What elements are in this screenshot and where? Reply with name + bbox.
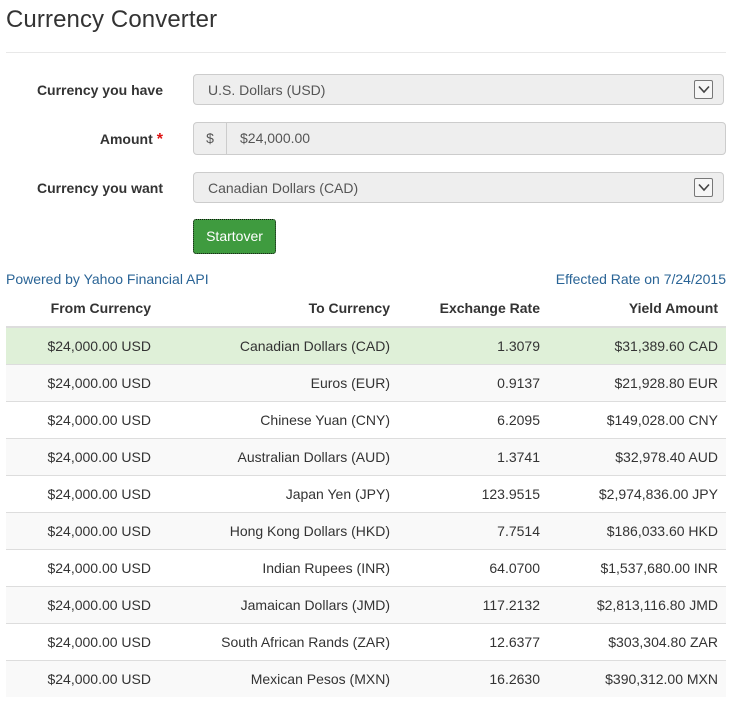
cell-yield: $390,312.00 MXN (548, 660, 726, 697)
cell-to: Mexican Pesos (MXN) (159, 660, 398, 697)
table-row: $24,000.00 USD Jamaican Dollars (JMD) 11… (6, 586, 726, 624)
amount-label-text: Amount (99, 131, 153, 147)
cell-from: $24,000.00 USD (6, 660, 159, 697)
chevron-down-icon[interactable] (694, 178, 713, 197)
table-row: $24,000.00 USD Chinese Yuan (CNY) 6.2095… (6, 401, 726, 439)
cell-from: $24,000.00 USD (6, 401, 159, 439)
table-row: $24,000.00 USD Canadian Dollars (CAD) 1.… (6, 326, 726, 365)
header-from-currency: From Currency (6, 289, 159, 328)
effective-rate-link[interactable]: Effected Rate on 7/24/2015 (556, 271, 726, 287)
amount-currency-prefix: $ (193, 122, 227, 155)
cell-yield: $21,928.80 EUR (548, 364, 726, 402)
cell-from: $24,000.00 USD (6, 475, 159, 513)
cell-from: $24,000.00 USD (6, 623, 159, 661)
amount-input[interactable]: $24,000.00 (226, 122, 726, 155)
cell-yield: $2,974,836.00 JPY (548, 475, 726, 513)
cell-from: $24,000.00 USD (6, 438, 159, 476)
table-row: $24,000.00 USD South African Rands (ZAR)… (6, 623, 726, 661)
cell-yield: $186,033.60 HKD (548, 512, 726, 550)
conversion-table: From Currency To Currency Exchange Rate … (6, 289, 726, 697)
cell-yield: $32,978.40 AUD (548, 438, 726, 476)
table-row: $24,000.00 USD Indian Rupees (INR) 64.07… (6, 549, 726, 587)
have-currency-label: Currency you have (36, 82, 163, 98)
cell-rate: 117.2132 (398, 586, 548, 624)
want-currency-value: Canadian Dollars (CAD) (208, 180, 359, 196)
cell-from: $24,000.00 USD (6, 549, 159, 587)
cell-from: $24,000.00 USD (6, 586, 159, 624)
cell-rate: 1.3079 (398, 326, 548, 365)
cell-to: Australian Dollars (AUD) (159, 438, 398, 476)
table-row: $24,000.00 USD Australian Dollars (AUD) … (6, 438, 726, 476)
cell-rate: 16.2630 (398, 660, 548, 697)
cell-to: Japan Yen (JPY) (159, 475, 398, 513)
table-row: $24,000.00 USD Hong Kong Dollars (HKD) 7… (6, 512, 726, 550)
cell-to: Indian Rupees (INR) (159, 549, 398, 587)
cell-from: $24,000.00 USD (6, 364, 159, 402)
amount-label: Amount * (100, 131, 163, 149)
powered-by-link[interactable]: Powered by Yahoo Financial API (6, 271, 209, 287)
startover-button[interactable]: Startover (193, 219, 276, 254)
cell-to: Hong Kong Dollars (HKD) (159, 512, 398, 550)
header-yield-amount: Yield Amount (548, 289, 726, 328)
cell-yield: $2,813,116.80 JMD (548, 586, 726, 624)
want-currency-label: Currency you want (36, 180, 163, 196)
table-row: $24,000.00 USD Japan Yen (JPY) 123.9515 … (6, 475, 726, 513)
cell-to: Canadian Dollars (CAD) (159, 326, 398, 365)
page-title: Currency Converter (6, 6, 218, 33)
have-currency-select[interactable]: U.S. Dollars (USD) (193, 74, 724, 105)
cell-yield: $31,389.60 CAD (548, 326, 726, 365)
cell-to: Jamaican Dollars (JMD) (159, 586, 398, 624)
title-divider (6, 52, 726, 53)
cell-to: Euros (EUR) (159, 364, 398, 402)
have-currency-value: U.S. Dollars (USD) (208, 82, 326, 98)
cell-rate: 6.2095 (398, 401, 548, 439)
cell-rate: 0.9137 (398, 364, 548, 402)
cell-rate: 12.6377 (398, 623, 548, 661)
table-header-row: From Currency To Currency Exchange Rate … (6, 289, 726, 328)
cell-rate: 123.9515 (398, 475, 548, 513)
cell-to: South African Rands (ZAR) (159, 623, 398, 661)
cell-rate: 7.7514 (398, 512, 548, 550)
chevron-down-icon[interactable] (694, 80, 713, 99)
cell-rate: 1.3741 (398, 438, 548, 476)
cell-from: $24,000.00 USD (6, 326, 159, 365)
required-marker: * (156, 131, 163, 148)
cell-from: $24,000.00 USD (6, 512, 159, 550)
amount-input-group: $ $24,000.00 (193, 122, 726, 155)
want-currency-select[interactable]: Canadian Dollars (CAD) (193, 172, 724, 203)
header-to-currency: To Currency (159, 289, 398, 328)
header-exchange-rate: Exchange Rate (398, 289, 548, 328)
cell-yield: $1,537,680.00 INR (548, 549, 726, 587)
cell-yield: $303,304.80 ZAR (548, 623, 726, 661)
cell-rate: 64.0700 (398, 549, 548, 587)
cell-to: Chinese Yuan (CNY) (159, 401, 398, 439)
table-row: $24,000.00 USD Euros (EUR) 0.9137 $21,92… (6, 364, 726, 402)
cell-yield: $149,028.00 CNY (548, 401, 726, 439)
table-row: $24,000.00 USD Mexican Pesos (MXN) 16.26… (6, 660, 726, 697)
